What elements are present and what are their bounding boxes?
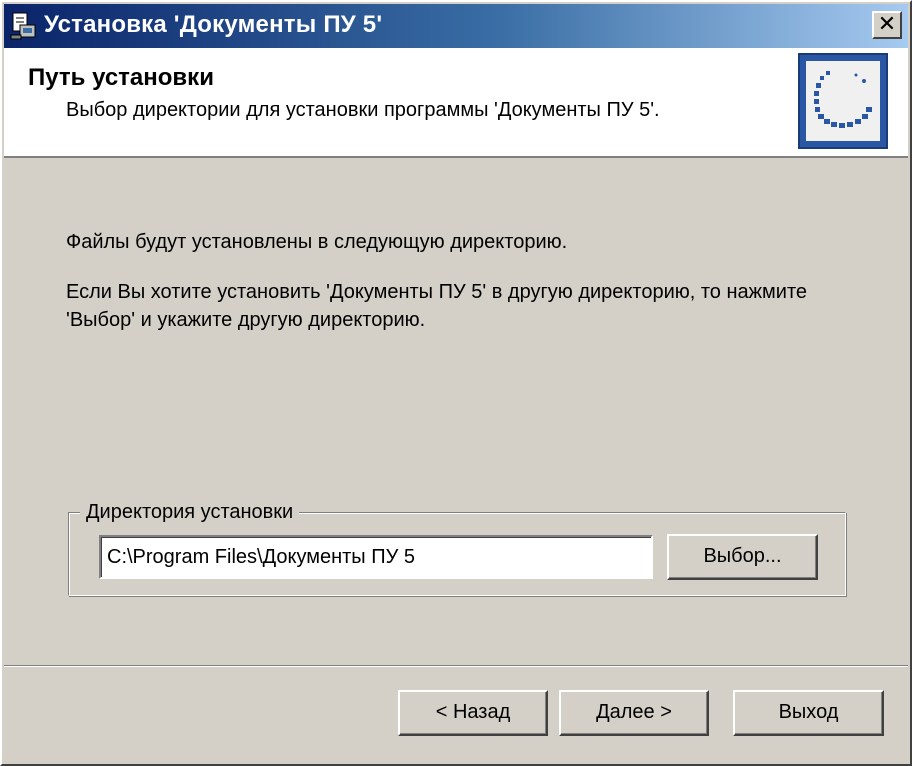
change-directory-hint: Если Вы хотите установить 'Документы ПУ … [66, 281, 808, 331]
close-icon: ✕ [877, 11, 897, 36]
page-title: Путь установки [28, 64, 214, 91]
wizard-header: Путь установки Выбор директории для уста… [4, 48, 908, 158]
browse-button[interactable]: Выбор... [667, 534, 818, 580]
next-button[interactable]: Далее > [559, 690, 709, 736]
product-logo [798, 53, 888, 149]
exit-button[interactable]: Выход [733, 690, 884, 736]
setup-icon [10, 11, 38, 41]
directory-group-label: Директория установки [80, 499, 300, 525]
footer-divider [4, 665, 908, 667]
install-info-text: Файлы будут установлены в следующую дире… [66, 231, 568, 253]
title-bar[interactable]: Установка 'Документы ПУ 5' ✕ [4, 4, 908, 48]
close-button[interactable]: ✕ [872, 11, 902, 39]
back-button[interactable]: < Назад [398, 690, 548, 736]
window-title: Установка 'Документы ПУ 5' [44, 11, 383, 38]
page-subtitle: Выбор директории для установки программы… [66, 99, 660, 121]
installer-window: Установка 'Документы ПУ 5' ✕ Путь устано… [0, 0, 912, 766]
logo-image [806, 61, 880, 141]
install-path-input[interactable] [99, 535, 653, 579]
